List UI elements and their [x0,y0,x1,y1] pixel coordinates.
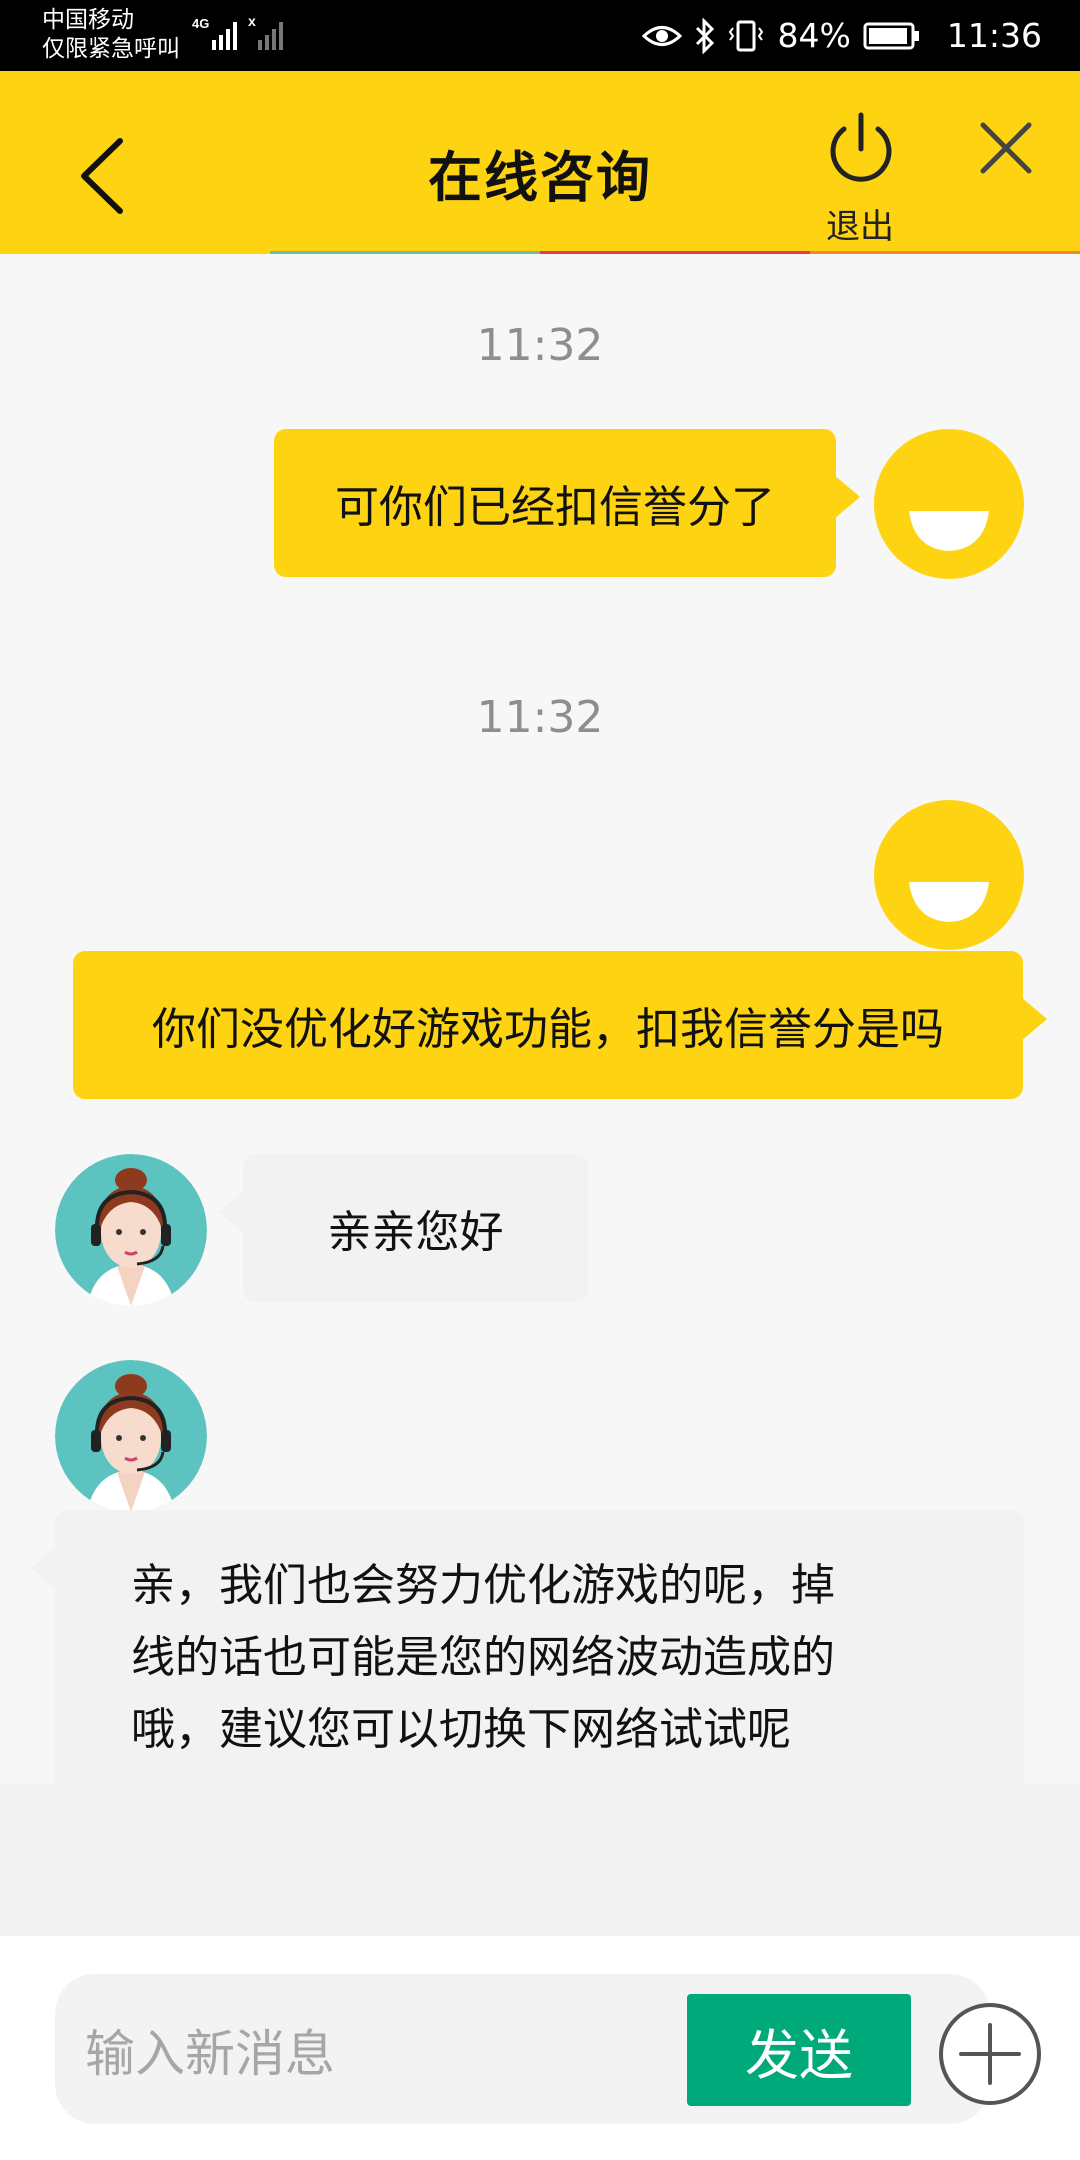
message-text: 可你们已经扣信誉分了 [335,482,775,533]
agent-message[interactable]: 亲，我们也会努力优化游戏的呢，掉 线的话也可能是您的网络波动造成的 哦，建议您可… [31,1510,1024,1784]
close-button[interactable] [975,117,1037,179]
vibrate-icon [728,20,763,51]
bubble-tail [219,1190,245,1234]
message-timestamp: 11:32 [476,692,604,743]
message-text: 亲亲您好 [327,1207,504,1258]
bluetooth-icon [695,17,714,54]
message-text: 你们没优化好游戏功能，扣我信誉分是吗 [152,1004,944,1055]
exit-button[interactable]: 退出 [810,111,910,247]
message-line: 亲，我们也会努力优化游戏的呢，掉 [131,1560,835,1611]
bubble-tail [31,1546,57,1590]
message-timestamp: 11:32 [476,320,604,371]
user-avatar[interactable] [874,429,1024,579]
agent-avatar[interactable] [55,1154,207,1306]
carrier-status: 仅限紧急呼叫 [42,36,180,62]
exit-label: 退出 [826,207,894,247]
power-icon [830,112,892,182]
page-title: 在线咨询 [428,146,652,209]
plus-icon [939,2003,1041,2105]
carrier-name: 中国移动 [42,7,134,33]
svg-text:x: x [248,14,256,29]
app-header: 在线咨询 退出 [0,71,1080,255]
message-line: 哦，建议您可以切换下网络试试呢 [131,1704,791,1755]
svg-text:4G: 4G [192,16,209,31]
bubble-tail [1021,997,1047,1041]
carrier-info: 中国移动 仅限紧急呼叫 [42,6,180,64]
input-placeholder: 输入新消息 [85,2025,335,2083]
close-icon [980,122,1032,174]
signal-icon: 4G x [192,14,283,50]
user-message[interactable]: 可你们已经扣信誉分了 [274,429,860,577]
more-options-button[interactable] [937,2001,1043,2107]
send-button[interactable]: 发送 [687,1994,911,2106]
clock: 11:36 [946,16,1042,55]
battery-percent: 84% [777,16,851,55]
eye-icon [641,25,682,46]
chat-area[interactable]: 11:32 可你们已经扣信誉分了 11:32 你们没优化好游戏功能，扣我信誉分是… [0,254,1080,1784]
agent-avatar-image [55,1154,207,1306]
agent-message[interactable]: 亲亲您好 [219,1154,588,1302]
bubble-tail [834,475,860,519]
panel-divider [0,1784,1080,1936]
agent-avatar[interactable] [55,1360,207,1512]
battery-icon [863,22,919,49]
message-line: 线的话也可能是您的网络波动造成的 [131,1632,835,1683]
user-avatar[interactable] [874,800,1024,950]
status-bar: 中国移动 仅限紧急呼叫 4G x 84% 11:36 [0,0,1080,71]
message-input-bar: 输入新消息 发送 [0,1936,1080,2160]
agent-avatar-image [55,1360,207,1512]
message-text: 亲，我们也会努力优化游戏的呢，掉 线的话也可能是您的网络波动造成的 哦，建议您可… [131,1550,835,1766]
user-message[interactable]: 你们没优化好游戏功能，扣我信誉分是吗 [73,951,1047,1099]
